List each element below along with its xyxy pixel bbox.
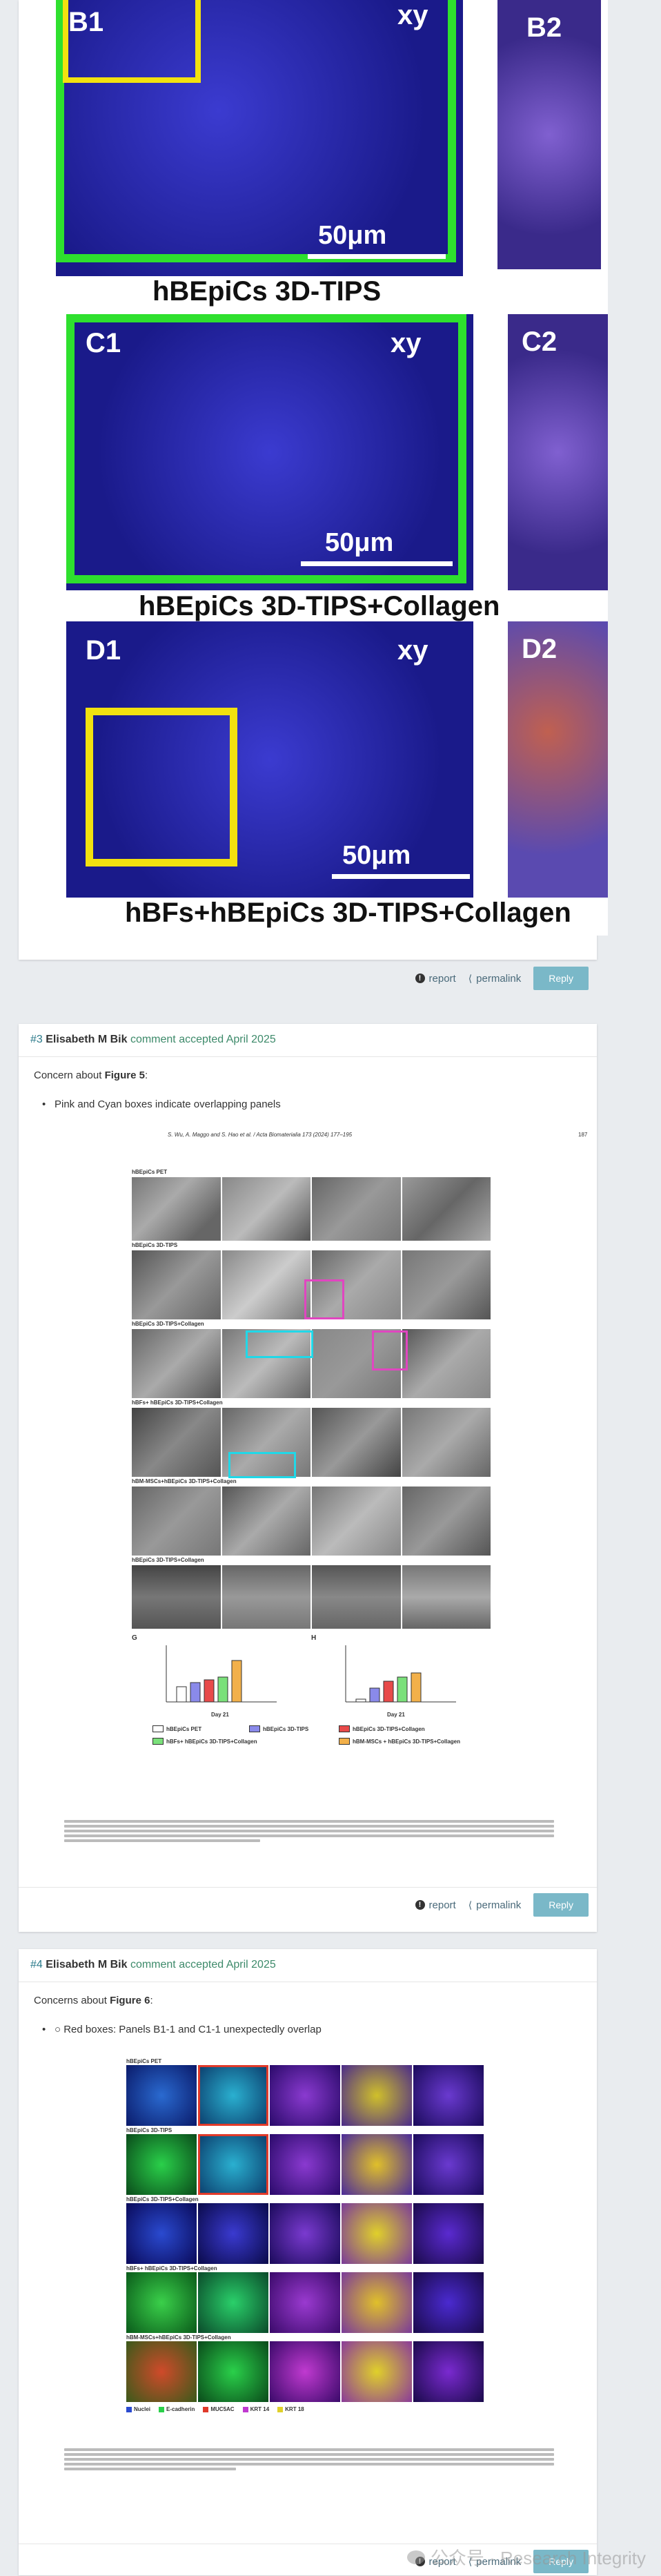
card-footer: ! report ⟨ permalink Reply xyxy=(19,1887,597,1919)
concern-text: Concerns about Figure 6: xyxy=(34,1995,153,2006)
watermark: 公众号 · Research Integrity xyxy=(406,2544,646,2570)
concern-suffix: : xyxy=(150,1995,153,2006)
legend-item: MUC5AC xyxy=(210,2406,235,2412)
panel-label: xy xyxy=(391,328,422,358)
chart-axis-label: Day 21 xyxy=(387,1712,405,1718)
cyan-box xyxy=(228,1452,296,1478)
panel-label: xy xyxy=(397,0,428,30)
comment-header: #4 Elisabeth M Bik comment accepted Apri… xyxy=(30,1959,276,1971)
panel-label: C2 xyxy=(522,327,558,357)
permalink-link[interactable]: ⟨ permalink xyxy=(468,973,522,985)
concern-figure: Figure 6 xyxy=(110,1995,150,2006)
comment-author[interactable]: Elisabeth M Bik xyxy=(46,1959,127,1970)
bar-chart-h xyxy=(345,1645,456,1703)
reply-button[interactable]: Reply xyxy=(533,967,589,990)
permalink-link[interactable]: ⟨ permalink xyxy=(468,1899,522,1911)
comment-status: comment accepted April 2025 xyxy=(130,1959,276,1970)
chart-label: H xyxy=(311,1634,317,1642)
panel-label: D1 xyxy=(86,635,121,666)
concern-prefix: Concerns about xyxy=(34,1995,110,2006)
scale-bar-label: 50μm xyxy=(325,528,394,557)
panel-label: B1 xyxy=(68,7,104,37)
report-label: report xyxy=(428,1899,456,1911)
legend-item: Nuclei xyxy=(134,2406,151,2412)
panel-label: xy xyxy=(397,635,428,666)
panel-title: hBEpiCs 3D-TIPS xyxy=(152,276,382,307)
bar-chart-g xyxy=(166,1645,277,1703)
alert-icon: ! xyxy=(415,974,425,983)
panel-title: hBEpiCs 3D-TIPS+Collagen xyxy=(139,591,500,621)
legend-item: KRT 18 xyxy=(285,2406,304,2412)
page-number: 187 xyxy=(578,1132,588,1138)
permalink-label: permalink xyxy=(476,1899,522,1911)
row-label: hBEpiCs 3D-TIPS xyxy=(126,2127,172,2133)
row-label: hBM-MSCs+hBEpiCs 3D-TIPS+Collagen xyxy=(132,1478,237,1484)
pink-box xyxy=(372,1330,408,1371)
concern-suffix: : xyxy=(144,1069,148,1081)
scale-bar xyxy=(301,561,453,566)
row-label: hBM-MSCs+hBEpiCs 3D-TIPS+Collagen xyxy=(126,2334,231,2341)
comment-author[interactable]: Elisabeth M Bik xyxy=(46,1034,127,1045)
figure-caption xyxy=(64,2446,554,2472)
row-label: hBEpiCs 3D-TIPS+Collagen xyxy=(132,1321,204,1327)
row-label: hBEpiCs PET xyxy=(132,1169,168,1175)
legend-item: KRT 14 xyxy=(250,2406,270,2412)
row-label: hBFs+ hBEpiCs 3D-TIPS+Collagen xyxy=(132,1400,223,1406)
panel-label: D2 xyxy=(522,634,558,664)
concern-bullet: ○ Red boxes: Panels B1-1 and C1-1 unexpe… xyxy=(42,2024,322,2035)
panel-label: B2 xyxy=(526,12,562,43)
reply-button[interactable]: Reply xyxy=(533,1893,589,1917)
row-label: hBFs+ hBEpiCs 3D-TIPS+Collagen xyxy=(126,2265,217,2272)
card-footer: ! report ⟨ permalink Reply xyxy=(19,961,597,993)
figure-page-image: S. Wu, A. Maggo and S. Hao et al. / Acta… xyxy=(43,1127,587,1866)
chart-label: G xyxy=(132,1634,137,1642)
legend-item: hBM-MSCs + hBEpiCs 3D-TIPS+Collagen xyxy=(353,1738,461,1745)
channel-legend: Nuclei E-cadherin MUC5AC KRT 14 KRT 18 xyxy=(126,2406,499,2412)
permalink-label: permalink xyxy=(476,972,522,985)
cyan-box xyxy=(246,1330,313,1358)
comment-card-3: #3 Elisabeth M Bik comment accepted Apri… xyxy=(19,1024,597,1932)
report-label: report xyxy=(428,972,456,985)
figure-image: B1 xy 50μm B2 hBEpiCs 3D-TIPS C1 xy 50μm… xyxy=(56,0,608,936)
pink-box xyxy=(304,1279,344,1319)
row-label: hBEpiCs 3D-TIPS+Collagen xyxy=(126,2196,199,2202)
legend-item: hBEpiCs 3D-TIPS+Collagen xyxy=(353,1725,425,1732)
concern-text: Concern about Figure 5: xyxy=(34,1069,148,1081)
scale-bar-label: 50μm xyxy=(342,841,411,870)
share-icon: ⟨ xyxy=(468,972,473,984)
comment-status: comment accepted April 2025 xyxy=(130,1034,276,1045)
chart-legend: hBEpiCs PET hBEpiCs 3D-TIPS hBEpiCs 3D-T… xyxy=(132,1724,491,1752)
comment-number[interactable]: #3 xyxy=(30,1034,43,1045)
comment-number[interactable]: #4 xyxy=(30,1959,43,1970)
comment-card-4: #4 Elisabeth M Bik comment accepted Apri… xyxy=(19,1949,597,2575)
legend-item: E-cadherin xyxy=(166,2406,195,2412)
comment-header: #3 Elisabeth M Bik comment accepted Apri… xyxy=(30,1034,276,1046)
chart-axis-label: Day 21 xyxy=(211,1712,229,1718)
scale-bar-label: 50μm xyxy=(318,221,387,250)
row-label: hBEpiCs PET xyxy=(126,2058,162,2064)
concern-prefix: Concern about xyxy=(34,1069,105,1081)
panel-title: hBFs+hBEpiCs 3D-TIPS+Collagen xyxy=(125,898,571,928)
watermark-text: 公众号 · Research Integrity xyxy=(430,2548,646,2568)
alert-icon: ! xyxy=(415,1900,425,1910)
figure-caption xyxy=(64,1818,554,1844)
report-link[interactable]: ! report xyxy=(415,973,456,985)
concern-bullet: Pink and Cyan boxes indicate overlapping… xyxy=(42,1098,281,1110)
wechat-icon xyxy=(406,2550,425,2564)
scale-bar xyxy=(332,874,470,879)
share-icon: ⟨ xyxy=(468,1899,473,1910)
row-label: hBEpiCs 3D-TIPS xyxy=(132,1242,178,1248)
legend-item: hBEpiCs PET xyxy=(166,1725,202,1732)
row-label: hBEpiCs 3D-TIPS+Collagen xyxy=(132,1557,204,1563)
panel-label: C1 xyxy=(86,328,121,358)
journal-header: S. Wu, A. Maggo and S. Hao et al. / Acta… xyxy=(168,1132,353,1138)
report-link[interactable]: ! report xyxy=(415,1899,456,1911)
concern-figure: Figure 5 xyxy=(104,1069,145,1081)
figure-page-image: hBEpiCs PET hBEpiCs 3D-TIPS hBEpiCs 3D-T… xyxy=(43,2053,580,2522)
legend-item: hBFs+ hBEpiCs 3D-TIPS+Collagen xyxy=(166,1738,257,1745)
scale-bar xyxy=(308,254,446,259)
comment-card-2: B1 xy 50μm B2 hBEpiCs 3D-TIPS C1 xy 50μm… xyxy=(19,0,608,990)
legend-item: hBEpiCs 3D-TIPS xyxy=(263,1725,309,1732)
